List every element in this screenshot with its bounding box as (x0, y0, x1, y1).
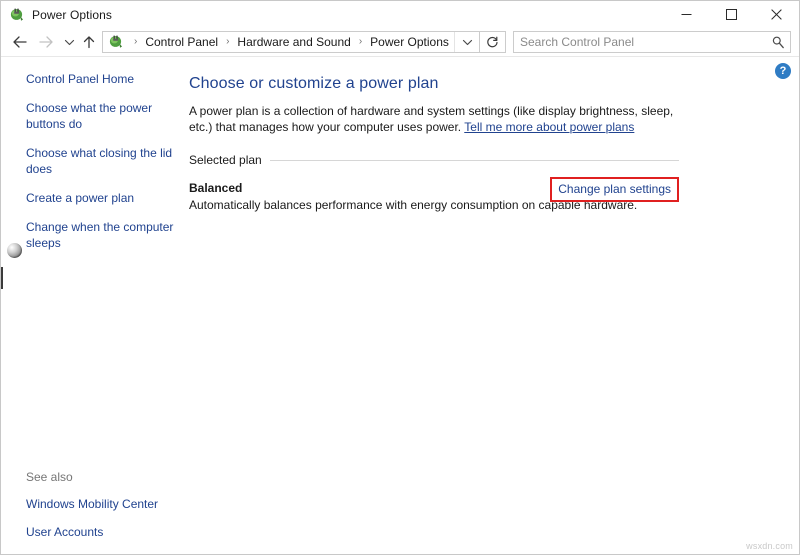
selected-plan-label: Selected plan (189, 153, 262, 167)
breadcrumb-dropdown-button[interactable] (454, 32, 479, 52)
window-controls (664, 1, 799, 28)
chevron-down-icon (462, 37, 473, 48)
back-button[interactable] (7, 30, 33, 54)
breadcrumb-separator: › (353, 37, 368, 47)
section-divider (270, 160, 679, 161)
recent-locations-button[interactable] (59, 30, 79, 54)
see-also-title: See also (1, 470, 189, 484)
tell-me-more-link[interactable]: Tell me more about power plans (464, 120, 634, 134)
search-box[interactable] (513, 31, 791, 53)
main-content: Choose or customize a power plan A power… (189, 75, 729, 213)
title-bar: Power Options (1, 1, 799, 28)
up-button[interactable] (79, 30, 99, 54)
chevron-down-icon (64, 37, 75, 48)
selected-plan-section-header: Selected plan (189, 153, 679, 167)
selected-plan-row: Balanced Automatically balances performa… (189, 181, 679, 213)
sidebar-item-closing-lid[interactable]: Choose what closing the lid does (1, 145, 189, 177)
page-title: Choose or customize a power plan (189, 75, 729, 93)
forward-arrow-icon (38, 35, 54, 49)
sidebar-item-control-panel-home[interactable]: Control Panel Home (1, 71, 189, 87)
back-arrow-icon (12, 35, 28, 49)
close-button[interactable] (754, 1, 799, 28)
up-arrow-icon (82, 35, 96, 49)
change-plan-settings-highlight: Change plan settings (550, 177, 679, 202)
address-bar: › Control Panel › Hardware and Sound › P… (1, 28, 799, 56)
sidebar-item-change-when-computer-sleeps[interactable]: Change when the computer sleeps (1, 219, 189, 251)
refresh-button[interactable] (480, 31, 506, 53)
main-panel: ? Choose or customize a power plan A pow… (189, 57, 799, 554)
title-bar-left: Power Options (1, 7, 112, 23)
power-plug-icon (9, 7, 25, 23)
maximize-icon (726, 9, 737, 20)
minimize-button[interactable] (664, 1, 709, 28)
window-title: Power Options (32, 8, 112, 22)
window-edge-marker (1, 267, 3, 289)
power-options-window: Power Options (0, 0, 800, 555)
sidebar: Control Panel Home Choose what the power… (1, 57, 189, 554)
breadcrumb-item-power-options[interactable]: Power Options (368, 35, 451, 49)
breadcrumb-separator: › (128, 37, 143, 47)
content-area: Control Panel Home Choose what the power… (1, 56, 799, 554)
breadcrumb-item-control-panel[interactable]: Control Panel (143, 35, 220, 49)
minimize-icon (681, 9, 692, 20)
sidebar-item-create-power-plan[interactable]: Create a power plan (1, 190, 189, 206)
power-plug-icon (108, 34, 124, 50)
forward-button[interactable] (33, 30, 59, 54)
maximize-button[interactable] (709, 1, 754, 28)
close-icon (771, 9, 782, 20)
help-button[interactable]: ? (775, 63, 791, 79)
busy-cursor-icon (7, 243, 22, 258)
breadcrumb-bar[interactable]: › Control Panel › Hardware and Sound › P… (102, 31, 480, 53)
watermark: wsxdn.com (746, 541, 793, 551)
breadcrumb: › Control Panel › Hardware and Sound › P… (128, 35, 454, 49)
breadcrumb-separator: › (220, 37, 235, 47)
search-input[interactable] (514, 35, 766, 49)
sidebar-item-power-buttons[interactable]: Choose what the power buttons do (1, 100, 189, 132)
see-also-item-user-accounts[interactable]: User Accounts (1, 524, 189, 540)
search-icon[interactable] (766, 35, 790, 49)
breadcrumb-item-hardware-and-sound[interactable]: Hardware and Sound (235, 35, 352, 49)
see-also-item-windows-mobility-center[interactable]: Windows Mobility Center (1, 496, 189, 512)
change-plan-settings-link[interactable]: Change plan settings (558, 182, 671, 196)
see-also-section: See also Windows Mobility Center User Ac… (1, 470, 189, 540)
page-description: A power plan is a collection of hardware… (189, 103, 685, 135)
refresh-icon (486, 36, 499, 49)
